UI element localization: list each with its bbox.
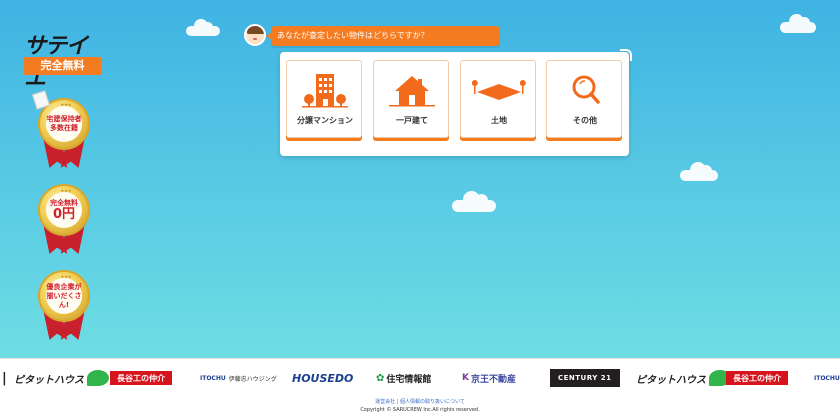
partner-logo[interactable]: ITOCHU 伊藤忠ハウジング xyxy=(200,369,277,387)
partner-logo[interactable]: K 京王不動産 xyxy=(462,369,516,387)
medal-licensed-staff: ★★★ 宅建保持者 多数在籍 xyxy=(31,90,94,170)
partner-logo[interactable]: 長谷工の仲介 xyxy=(726,369,788,387)
search-icon xyxy=(572,75,600,104)
property-type-house[interactable]: 一戸建て xyxy=(373,60,449,138)
partner-logo[interactable]: ✿ 住宅情報館 xyxy=(376,369,431,387)
flower-icon: ✿ xyxy=(376,372,385,384)
medal-text: 揃いだくさん! xyxy=(46,291,82,309)
cloud-decoration xyxy=(680,162,718,181)
property-type-apartment[interactable]: 分譲マンション xyxy=(286,60,362,138)
card-label: その他 xyxy=(573,116,597,125)
partner-logo[interactable]: HOUSEDO xyxy=(292,369,353,387)
site-footer: 運営会社 | 個人情報の取り扱いについて Copyright © SARUCRE… xyxy=(0,396,840,420)
leaf-icon xyxy=(87,370,109,386)
question-bubble: あなたが査定したい物件はどちらですか？ xyxy=(266,26,500,46)
land-plot-icon xyxy=(471,80,526,100)
partner-logo[interactable]: ピタットハウス xyxy=(636,369,731,387)
partner-logo[interactable]: ピタットハウス xyxy=(14,369,109,387)
property-type-other[interactable]: その他 xyxy=(546,60,622,138)
card-label: 土地 xyxy=(491,116,507,125)
cloud-decoration xyxy=(780,14,816,33)
site-logo[interactable]: サテイエ xyxy=(24,28,102,91)
medal-text: 多数在籍 xyxy=(50,124,78,132)
partner-logo[interactable]: CENTURY 21 xyxy=(550,369,620,387)
apartment-building-icon xyxy=(302,74,348,108)
medal-text: 優良企業が xyxy=(46,282,82,291)
card-label: 一戸建て xyxy=(396,116,428,125)
partner-logo[interactable]: ITOCHU xyxy=(814,369,840,387)
house-icon xyxy=(389,76,435,107)
medal-text: 宅建保持者 xyxy=(46,115,82,123)
cloud-decoration xyxy=(186,19,220,36)
property-type-land[interactable]: 土地 xyxy=(460,60,536,138)
medal-icon: ★★★ 優良企業が 揃いだくさん! xyxy=(38,270,90,322)
medal-quality-companies: ★★★ 優良企業が 揃いだくさん! xyxy=(34,270,94,342)
medal-price: 0円 xyxy=(52,207,76,222)
keio-mark-icon: K xyxy=(462,373,469,383)
footer-links[interactable]: 運営会社 | 個人情報の取り扱いについて xyxy=(0,398,840,406)
card-label: 分譲マンション xyxy=(297,116,353,125)
partner-logo[interactable]: 長谷工の仲介 xyxy=(110,369,172,387)
hero-section: サテイエ 完全無料 ★★★ 宅建保持者 多数在籍 ★★★ 完全無料 0円 ★★★… xyxy=(0,0,840,358)
property-type-panel: 分譲マンション 一戸建て 土地 その他 xyxy=(280,49,632,156)
partner-logo[interactable]: | xyxy=(2,369,7,387)
question-text: あなたが査定したい物件はどちらですか？ xyxy=(277,31,429,40)
free-badge: 完全無料 xyxy=(24,57,101,75)
medal-free-of-charge: ★★★ 完全無料 0円 xyxy=(34,184,94,256)
cloud-decoration xyxy=(452,191,496,212)
medal-icon: ★★★ 完全無料 0円 xyxy=(38,184,90,236)
partner-logo-strip: | ピタットハウス 長谷工の仲介 ITOCHU 伊藤忠ハウジング HOUSEDO… xyxy=(0,358,840,396)
copyright-text: Copyright © SARUCREW Inc.All rights rese… xyxy=(360,407,480,413)
operator-avatar xyxy=(244,24,266,46)
